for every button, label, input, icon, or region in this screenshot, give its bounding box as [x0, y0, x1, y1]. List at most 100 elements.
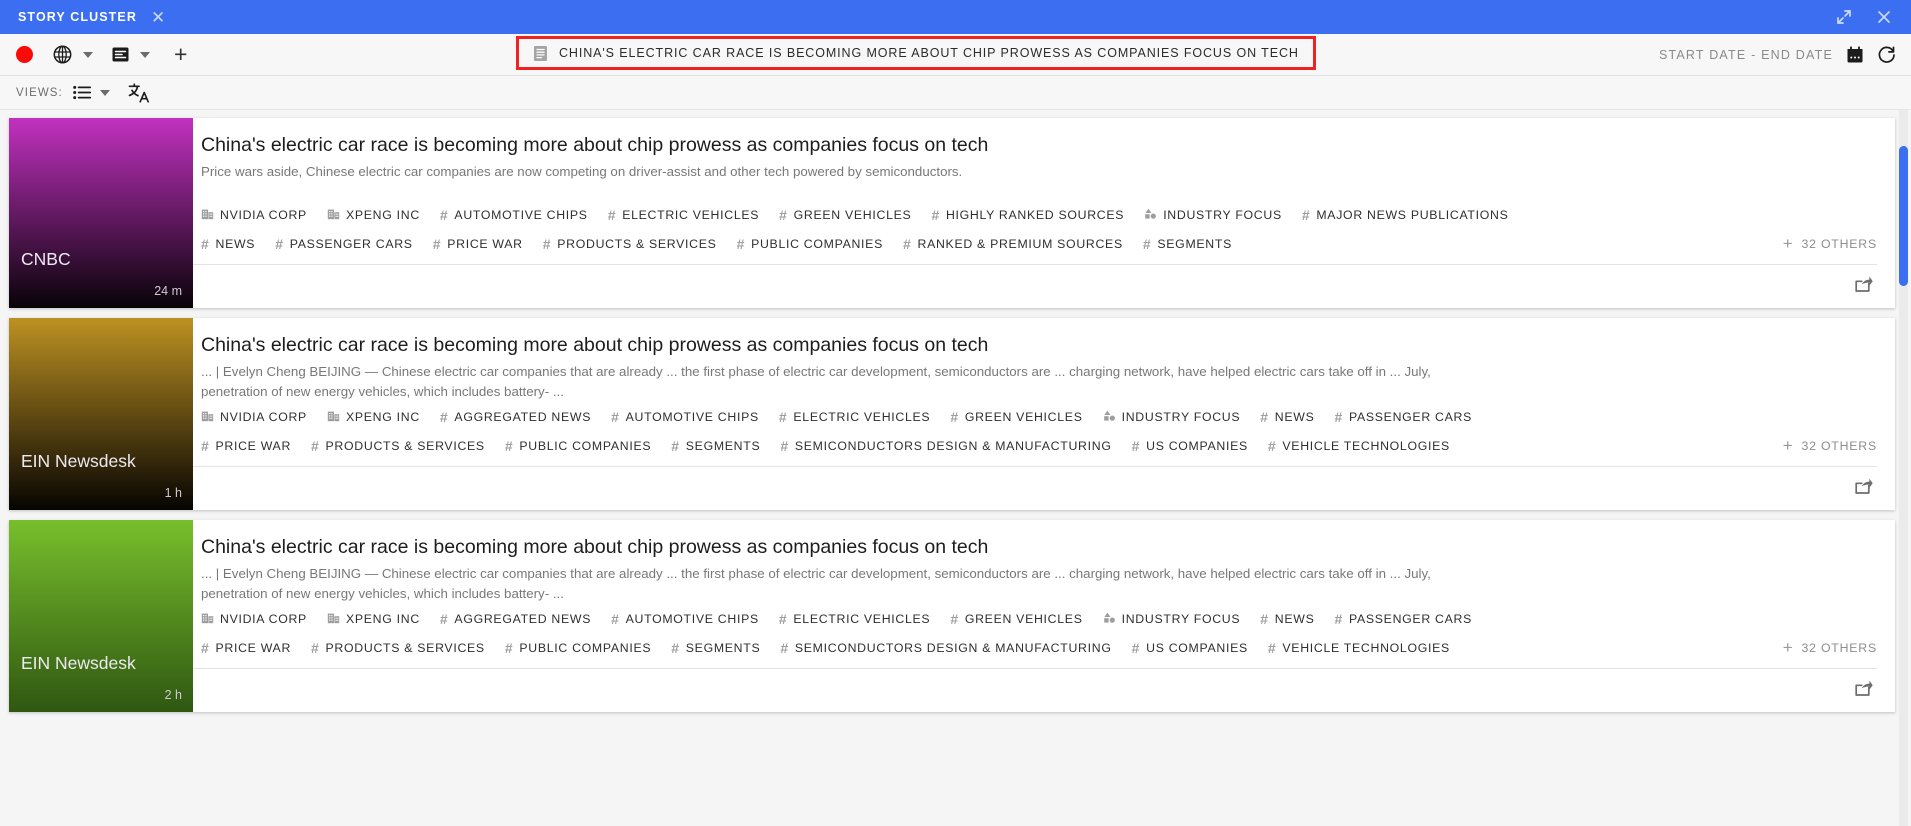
- story-tag[interactable]: # NEWS: [201, 236, 255, 252]
- add-tab-button[interactable]: +: [174, 43, 187, 66]
- hash-icon: #: [439, 610, 449, 627]
- story-tag[interactable]: # AGGREGATED NEWS: [440, 409, 591, 425]
- article-icon[interactable]: [111, 45, 130, 64]
- story-tag[interactable]: # AGGREGATED NEWS: [440, 611, 591, 627]
- category-icon: [1103, 409, 1116, 425]
- story-tag[interactable]: INDUSTRY FOCUS: [1144, 207, 1282, 223]
- story-tag[interactable]: # AUTOMOTIVE CHIPS: [611, 611, 759, 627]
- story-tag[interactable]: # AUTOMOTIVE CHIPS: [611, 409, 759, 425]
- window-close-icon[interactable]: [1875, 8, 1893, 26]
- article-dropdown-caret-icon[interactable]: [140, 51, 150, 58]
- story-tag[interactable]: # US COMPANIES: [1132, 640, 1248, 656]
- translate-icon[interactable]: [128, 82, 150, 103]
- story-tag[interactable]: # PASSENGER CARS: [275, 236, 413, 252]
- more-tags-button[interactable]: +32 OTHERS: [1783, 235, 1877, 252]
- document-icon: [533, 45, 548, 62]
- story-tag[interactable]: INDUSTRY FOCUS: [1103, 409, 1241, 425]
- hash-icon: #: [1260, 408, 1269, 425]
- share-icon[interactable]: [1853, 476, 1873, 501]
- story-tag[interactable]: # AUTOMOTIVE CHIPS: [440, 207, 588, 223]
- story-tag[interactable]: # PUBLIC COMPANIES: [505, 640, 651, 656]
- story-tag[interactable]: # PRICE WAR: [433, 236, 523, 252]
- share-icon[interactable]: [1853, 678, 1873, 703]
- story-tag[interactable]: # SEGMENTS: [671, 438, 760, 454]
- hash-icon: #: [504, 639, 514, 656]
- story-thumbnail[interactable]: CNBC 24 m: [9, 118, 193, 308]
- more-tags-button[interactable]: +32 OTHERS: [1783, 437, 1877, 454]
- story-tag[interactable]: # GREEN VEHICLES: [950, 409, 1082, 425]
- globe-icon[interactable]: [52, 44, 73, 65]
- story-tag[interactable]: # PRICE WAR: [201, 438, 291, 454]
- hash-icon: #: [778, 610, 788, 627]
- story-tag-label: HIGHLY RANKED SOURCES: [945, 207, 1125, 222]
- story-tag[interactable]: XPENG INC: [327, 409, 420, 425]
- story-tag[interactable]: INDUSTRY FOCUS: [1103, 611, 1241, 627]
- story-tag-label: NVIDIA CORP: [220, 409, 307, 424]
- record-dot-icon[interactable]: [16, 46, 33, 63]
- window-controls: [1835, 0, 1911, 34]
- hash-icon: #: [611, 610, 620, 627]
- story-thumbnail[interactable]: EIN Newsdesk 1 h: [9, 318, 193, 510]
- story-tag-label: ELECTRIC VEHICLES: [793, 409, 931, 424]
- story-title[interactable]: China's electric car race is becoming mo…: [201, 534, 1877, 560]
- story-tag[interactable]: # NEWS: [1260, 409, 1314, 425]
- plus-icon: +: [1782, 436, 1794, 455]
- more-tags-button[interactable]: +32 OTHERS: [1783, 639, 1877, 656]
- story-tag[interactable]: XPENG INC: [327, 207, 420, 223]
- story-tag[interactable]: # PRODUCTS & SERVICES: [543, 236, 717, 252]
- story-tag[interactable]: # PUBLIC COMPANIES: [737, 236, 883, 252]
- story-tag-label: SEMICONDUCTORS DESIGN & MANUFACTURING: [794, 640, 1112, 655]
- close-icon[interactable]: ✕: [151, 9, 165, 26]
- category-icon: [1103, 611, 1116, 627]
- story-tag[interactable]: NVIDIA CORP: [201, 409, 307, 425]
- tab-story-cluster[interactable]: STORY CLUSTER ✕: [0, 0, 184, 34]
- story-tag[interactable]: # RANKED & PREMIUM SOURCES: [903, 236, 1123, 252]
- views-dropdown-caret-icon[interactable]: [99, 89, 110, 96]
- story-tag[interactable]: # PUBLIC COMPANIES: [505, 438, 651, 454]
- hash-icon: #: [1301, 206, 1311, 223]
- scrollbar-thumb[interactable]: [1899, 146, 1908, 286]
- share-icon[interactable]: [1853, 274, 1873, 299]
- story-tag-label: NEWS: [1274, 611, 1315, 626]
- story-tag[interactable]: # GREEN VEHICLES: [779, 207, 911, 223]
- calendar-icon[interactable]: [1846, 46, 1864, 64]
- story-tag[interactable]: NVIDIA CORP: [201, 207, 307, 223]
- story-title[interactable]: China's electric car race is becoming mo…: [201, 332, 1877, 358]
- story-tag[interactable]: # SEMICONDUCTORS DESIGN & MANUFACTURING: [780, 640, 1111, 656]
- main-toolbar: + CHINA'S ELECTRIC CAR RACE IS BECOMING …: [0, 34, 1911, 76]
- list-view-icon[interactable]: [73, 85, 91, 100]
- story-tag[interactable]: # PRICE WAR: [201, 640, 291, 656]
- story-tag[interactable]: # PRODUCTS & SERVICES: [311, 640, 485, 656]
- expand-icon[interactable]: [1835, 8, 1853, 26]
- story-title[interactable]: China's electric car race is becoming mo…: [201, 132, 1877, 158]
- story-list-scroll-area[interactable]: CNBC 24 m China's electric car race is bec…: [0, 110, 1911, 826]
- story-tag[interactable]: # VEHICLE TECHNOLOGIES: [1268, 438, 1450, 454]
- story-tag[interactable]: # ELECTRIC VEHICLES: [608, 207, 759, 223]
- refresh-icon[interactable]: [1877, 45, 1897, 65]
- globe-dropdown-caret-icon[interactable]: [83, 51, 93, 58]
- story-tag[interactable]: # PASSENGER CARS: [1334, 409, 1472, 425]
- story-tag[interactable]: # MAJOR NEWS PUBLICATIONS: [1302, 207, 1509, 223]
- story-tag[interactable]: NVIDIA CORP: [201, 611, 307, 627]
- story-tag-label: GREEN VEHICLES: [964, 409, 1083, 424]
- story-tag[interactable]: # HIGHLY RANKED SOURCES: [931, 207, 1124, 223]
- story-tag[interactable]: # GREEN VEHICLES: [950, 611, 1082, 627]
- story-tag[interactable]: # SEGMENTS: [671, 640, 760, 656]
- story-tag[interactable]: # ELECTRIC VEHICLES: [779, 611, 930, 627]
- date-range-label[interactable]: START DATE - END DATE: [1659, 48, 1833, 62]
- story-tag[interactable]: # SEGMENTS: [1143, 236, 1232, 252]
- story-tag-label: PUBLIC COMPANIES: [519, 438, 652, 453]
- active-story-chip[interactable]: CHINA'S ELECTRIC CAR RACE IS BECOMING MO…: [516, 36, 1316, 70]
- story-tag[interactable]: # ELECTRIC VEHICLES: [779, 409, 930, 425]
- story-tag[interactable]: # VEHICLE TECHNOLOGIES: [1268, 640, 1450, 656]
- vertical-scrollbar[interactable]: [1899, 110, 1908, 826]
- story-tag[interactable]: # US COMPANIES: [1132, 438, 1248, 454]
- story-thumbnail[interactable]: EIN Newsdesk 2 h: [9, 520, 193, 712]
- story-tag[interactable]: # PASSENGER CARS: [1334, 611, 1472, 627]
- story-tag[interactable]: # NEWS: [1260, 611, 1314, 627]
- story-tag[interactable]: # PRODUCTS & SERVICES: [311, 438, 485, 454]
- story-tag[interactable]: # SEMICONDUCTORS DESIGN & MANUFACTURING: [780, 438, 1111, 454]
- more-tags-label: 32 OTHERS: [1801, 640, 1877, 655]
- story-tag-label: PRICE WAR: [215, 438, 292, 453]
- story-tag[interactable]: XPENG INC: [327, 611, 420, 627]
